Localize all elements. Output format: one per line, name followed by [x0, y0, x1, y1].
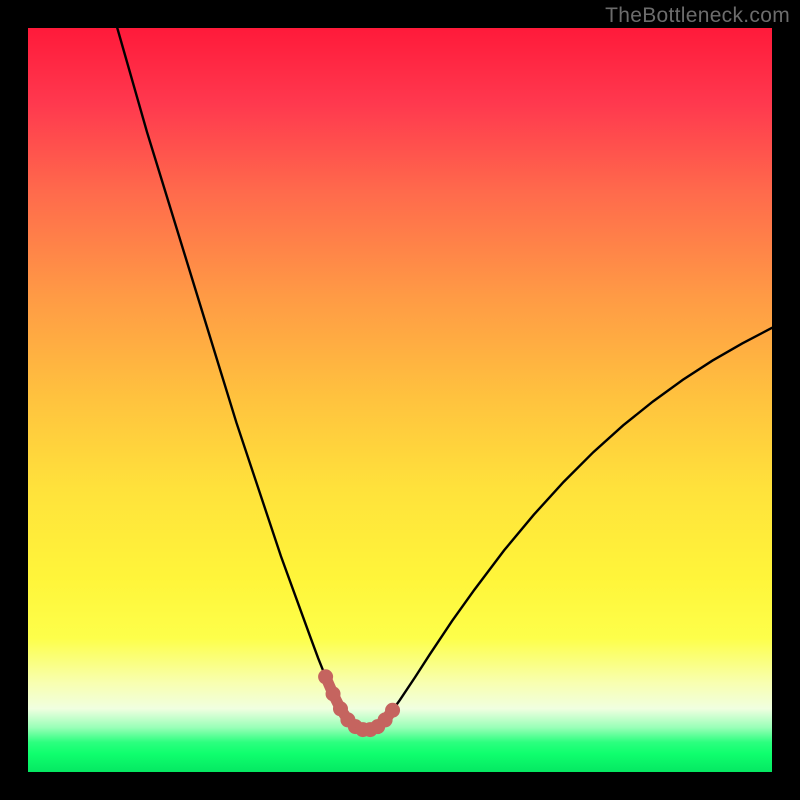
marker-dot — [385, 703, 400, 718]
marker-dot — [318, 669, 333, 684]
marker-dots — [318, 669, 400, 737]
chart-frame: TheBottleneck.com — [0, 0, 800, 800]
marker-dot — [326, 686, 341, 701]
watermark-text: TheBottleneck.com — [605, 4, 790, 28]
curve-line — [117, 28, 772, 730]
plot-area — [28, 28, 772, 772]
bottleneck-curve-svg — [28, 28, 772, 772]
